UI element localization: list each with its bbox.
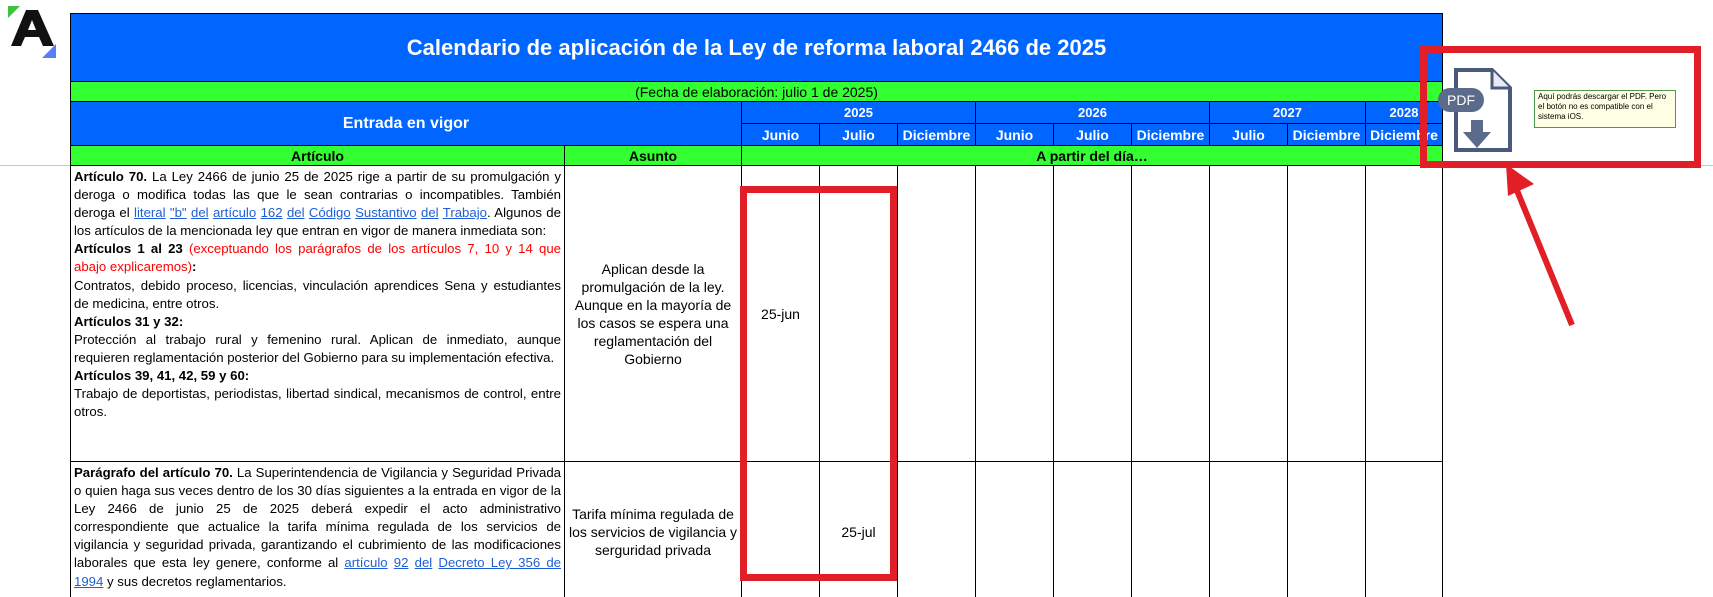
article-text: Protección al trabajo rural y femenino r… bbox=[74, 331, 561, 365]
asunto-cell: Aplican desde la promulgación de la ley.… bbox=[564, 165, 742, 462]
month-header: Julio bbox=[1209, 123, 1288, 146]
actualicese-logo-icon bbox=[8, 6, 56, 58]
date-cell bbox=[1209, 165, 1288, 462]
law-link[interactable]: artículo bbox=[213, 205, 256, 220]
articulo-cell: Artículo 70. La Ley 2466 de junio 25 de … bbox=[70, 165, 565, 462]
asunto-column-header: Asunto bbox=[564, 145, 742, 166]
date-cell bbox=[897, 461, 976, 597]
law-link[interactable]: del bbox=[415, 555, 433, 570]
month-header: Diciembre bbox=[1131, 123, 1210, 146]
law-link[interactable]: del bbox=[421, 205, 439, 220]
law-link[interactable]: literal bbox=[134, 205, 166, 220]
year-2025-header: 2025 bbox=[741, 101, 976, 124]
article-heading: Artículo 70. bbox=[74, 169, 148, 184]
asunto-cell: Tarifa mínima regulada de los servicios … bbox=[564, 461, 742, 597]
article-heading-colon: : bbox=[192, 259, 197, 275]
a-partir-column-header: A partir del día… bbox=[740, 145, 1444, 166]
month-header: Julio bbox=[1053, 123, 1132, 146]
law-link[interactable]: 92 bbox=[394, 555, 409, 570]
date-cell bbox=[1287, 461, 1366, 597]
month-header: Diciembre bbox=[897, 123, 976, 146]
date-cell bbox=[1364, 165, 1444, 462]
entrada-en-vigor-header: Entrada en vigor bbox=[70, 101, 742, 146]
date-cell bbox=[897, 165, 976, 462]
law-link[interactable]: 162 bbox=[261, 205, 283, 220]
law-link[interactable]: artículo bbox=[344, 555, 387, 570]
elaboration-date: (Fecha de elaboración: julio 1 de 2025) bbox=[69, 81, 1444, 102]
law-link[interactable]: Trabajo bbox=[443, 205, 487, 220]
date-cell bbox=[1364, 461, 1444, 597]
date-cell bbox=[975, 165, 1054, 462]
article-text: Contratos, debido proceso, licencias, vi… bbox=[74, 277, 561, 311]
article-text: Trabajo de deportistas, periodistas, lib… bbox=[74, 386, 561, 420]
article-text: y sus decretos reglamentarios. bbox=[103, 573, 287, 589]
date-cell bbox=[1131, 165, 1210, 462]
law-link[interactable]: Código bbox=[309, 205, 351, 220]
law-link[interactable]: Sustantivo bbox=[355, 205, 417, 220]
law-link[interactable]: del bbox=[191, 205, 209, 220]
date-cell bbox=[1287, 165, 1366, 462]
month-header: Junio bbox=[741, 123, 820, 146]
articulo-column-header: Artículo bbox=[70, 145, 565, 166]
dates-highlight-box bbox=[740, 186, 897, 581]
month-header: Julio bbox=[819, 123, 898, 146]
article-heading: Artículos 39, 41, 42, 59 y 60: bbox=[74, 368, 250, 384]
date-cell bbox=[1053, 461, 1132, 597]
spreadsheet-page: Calendario de aplicación de la Ley de re… bbox=[0, 0, 1713, 597]
date-cell bbox=[1053, 165, 1132, 462]
table-title: Calendario de aplicación de la Ley de re… bbox=[69, 13, 1444, 82]
article-heading: Artículos 1 al 23 bbox=[74, 241, 183, 257]
year-2026-header: 2026 bbox=[975, 101, 1210, 124]
month-header: Junio bbox=[975, 123, 1054, 146]
pdf-highlight-box bbox=[1420, 46, 1701, 168]
law-link[interactable]: del bbox=[287, 205, 305, 220]
year-2027-header: 2027 bbox=[1209, 101, 1366, 124]
date-cell bbox=[975, 461, 1054, 597]
date-cell bbox=[1209, 461, 1288, 597]
articulo-cell: Parágrafo del artículo 70. La Superinten… bbox=[70, 461, 565, 597]
law-link[interactable]: "b" bbox=[170, 205, 187, 220]
article-heading: Artículos 31 y 32: bbox=[74, 313, 184, 329]
date-cell bbox=[1131, 461, 1210, 597]
article-heading: Parágrafo del artículo 70. bbox=[74, 465, 233, 480]
month-header: Diciembre bbox=[1287, 123, 1366, 146]
red-arrow-icon bbox=[1506, 164, 1575, 327]
